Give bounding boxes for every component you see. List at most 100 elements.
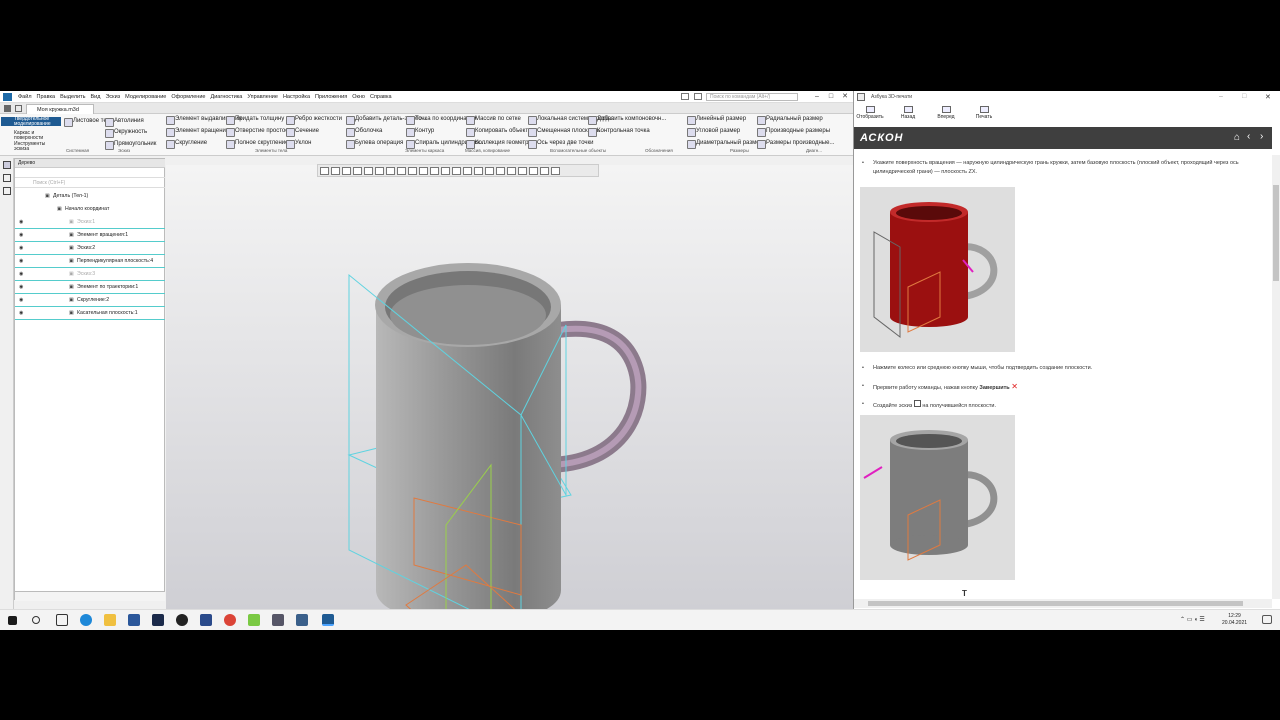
visibility-eye-icon[interactable]: ◉ — [19, 255, 24, 268]
ribbon-button-dims[interactable]: Радиальный размер — [756, 116, 823, 125]
3d-viewport[interactable] — [166, 165, 853, 676]
ribbon-button-aux[interactable]: Добавить компоновочн... — [587, 116, 666, 125]
ribbon-button-body[interactable]: Полное скругление — [225, 140, 288, 149]
print-button[interactable]: Печать — [970, 103, 998, 127]
menu-item[interactable]: Окно — [352, 94, 365, 100]
menu-item[interactable]: Оформление — [171, 94, 205, 100]
start-icon[interactable] — [8, 616, 17, 625]
edge-icon[interactable] — [80, 614, 92, 626]
prev-page-icon[interactable]: ‹ — [1247, 131, 1250, 142]
ribbon-button-body[interactable]: Отверстие простое — [225, 128, 289, 137]
visibility-eye-icon[interactable]: ◉ — [19, 216, 24, 229]
word-icon[interactable] — [128, 614, 140, 626]
task-view-icon[interactable] — [56, 614, 68, 626]
tab-solid-modeling[interactable]: Твердотельное моделирование — [1, 116, 61, 127]
ribbon-button-array[interactable]: Коллекция геометрии — [465, 140, 535, 149]
tree-node[interactable]: ◉ ▣ Касательная плоскость:1 — [15, 307, 165, 320]
menu-item[interactable]: Моделирование — [125, 94, 166, 100]
menu-item[interactable]: Файл — [18, 94, 32, 100]
tree-bottom-tabs[interactable] — [15, 591, 165, 601]
ribbon-button-aux[interactable]: Контрольная точка — [587, 128, 650, 137]
tree-node[interactable]: ◉ ▣ Эскиз:3 — [15, 268, 165, 281]
visibility-eye-icon[interactable]: ◉ — [19, 229, 24, 242]
tree-node[interactable]: ◉ ▣ Эскиз:2 — [15, 242, 165, 255]
menu-item[interactable]: Настройка — [283, 94, 310, 100]
ribbon-button-body[interactable]: Булева операция — [345, 140, 403, 149]
help-vertical-scrollbar[interactable] — [1272, 155, 1280, 599]
ribbon-button-sketch[interactable]: Прямоугольник — [104, 141, 156, 150]
home-icon[interactable] — [4, 105, 11, 112]
tree-panel-icon[interactable] — [3, 161, 11, 169]
maximize-button[interactable]: □ — [824, 92, 838, 102]
minimize-button[interactable]: – — [810, 92, 824, 102]
next-page-icon[interactable]: › — [1260, 131, 1263, 142]
kompas-help-icon[interactable] — [296, 614, 308, 626]
chrome-icon[interactable] — [224, 614, 236, 626]
menu-item[interactable]: Приложения — [315, 94, 347, 100]
menu-item[interactable]: Выделить — [60, 94, 85, 100]
ribbon-button-aux[interactable]: Ось через две точки — [527, 140, 594, 149]
show-button[interactable]: Отобразить — [856, 103, 884, 127]
layers-panel-icon[interactable] — [3, 174, 11, 182]
visibility-eye-icon[interactable]: ◉ — [19, 294, 24, 307]
menu-item[interactable]: Диагностика — [210, 94, 242, 100]
ribbon-button-dims[interactable]: Размеры производные... — [756, 140, 834, 149]
ribbon-button-body[interactable]: Ребро жесткости — [285, 116, 342, 125]
home-icon[interactable]: ⌂ — [1234, 132, 1240, 143]
ribbon-button-sketch[interactable]: Автолиния — [104, 118, 144, 127]
ribbon-button-body[interactable]: Скругление — [165, 140, 207, 149]
clock[interactable]: 12:29 20.04.2021 — [1222, 613, 1247, 627]
tree-node[interactable]: ◉ ▣ Скругление:2 — [15, 294, 165, 307]
visibility-eye-icon[interactable]: ◉ — [19, 268, 24, 281]
app-green-icon[interactable] — [248, 614, 260, 626]
kompas-icon[interactable] — [322, 614, 334, 626]
headset-icon[interactable] — [200, 614, 212, 626]
menu-item[interactable]: Правка — [37, 94, 56, 100]
forward-button[interactable]: Вперед — [932, 103, 960, 127]
tree-search-input[interactable]: Поиск (Ctrl+F) — [15, 178, 165, 188]
ribbon-button-dims[interactable]: Производные размеры — [756, 128, 830, 137]
tree-node[interactable]: ◉ ▣ Эскиз:1 — [15, 216, 165, 229]
notifications-icon[interactable] — [1262, 615, 1272, 624]
parameters-panel-icon[interactable] — [3, 187, 11, 195]
tool-icon-2[interactable] — [694, 93, 702, 100]
ribbon-button-body[interactable]: Придать толщину — [225, 116, 284, 125]
tree-node[interactable]: ▣ Начало координат — [15, 203, 165, 216]
help-close-button[interactable]: ✕ — [1265, 93, 1271, 101]
ribbon-button-array[interactable]: Массив по сетке — [465, 116, 521, 125]
file-explorer-icon[interactable] — [104, 614, 116, 626]
tree-node[interactable]: ▣ Деталь (Тел-1) — [15, 190, 165, 203]
tree-node[interactable]: ◉ ▣ Перпендикулярная плоскость:4 — [15, 255, 165, 268]
visibility-eye-icon[interactable]: ◉ — [19, 281, 24, 294]
ribbon-button-array[interactable]: Копировать объекты — [465, 128, 532, 137]
viewport-toolbar[interactable] — [317, 164, 599, 177]
back-button[interactable]: Назад — [894, 103, 922, 127]
tree-node[interactable]: ◉ ▣ Элемент по траектории:1 — [15, 281, 165, 294]
help-horizontal-scrollbar[interactable] — [854, 599, 1272, 608]
tool-icon-1[interactable] — [681, 93, 689, 100]
ribbon-button-dims[interactable]: Линейный размер — [686, 116, 746, 125]
help-minimize-button[interactable]: – — [1219, 93, 1223, 100]
help-maximize-button[interactable]: □ — [1242, 93, 1246, 100]
app-icon[interactable] — [176, 614, 188, 626]
ribbon-button-body[interactable]: Оболочка — [345, 128, 382, 137]
ribbon-button-dims[interactable]: Диаметральный размер — [686, 140, 763, 149]
ribbon-button-body[interactable]: Элемент вращения — [165, 128, 229, 137]
menu-item[interactable]: Управление — [247, 94, 278, 100]
new-doc-icon[interactable] — [15, 105, 22, 112]
command-search-input[interactable]: Поиск по командам (Alt+/) — [706, 93, 798, 101]
visibility-eye-icon[interactable]: ◉ — [19, 307, 24, 320]
visibility-eye-icon[interactable]: ◉ — [19, 242, 24, 255]
ribbon-button-body[interactable]: Уклон — [285, 140, 311, 149]
close-button[interactable]: ✕ — [838, 92, 852, 102]
tab-document[interactable]: Моя кружка.m3d — [26, 104, 94, 114]
menu-item[interactable]: Вид — [91, 94, 101, 100]
menu-item[interactable]: Эскиз — [105, 94, 120, 100]
menu-item[interactable]: Справка — [370, 94, 392, 100]
tray-icons[interactable]: ⌃ ▭ ◖ ☰ — [1180, 616, 1205, 623]
tree-node[interactable]: ◉ ▣ Элемент вращения:1 — [15, 229, 165, 242]
app-gray-icon[interactable] — [272, 614, 284, 626]
tab-sketch-tools[interactable]: Инструменты эскиза — [1, 141, 61, 152]
search-icon[interactable] — [32, 616, 40, 624]
ribbon-button-body[interactable]: Сечение — [285, 128, 319, 137]
